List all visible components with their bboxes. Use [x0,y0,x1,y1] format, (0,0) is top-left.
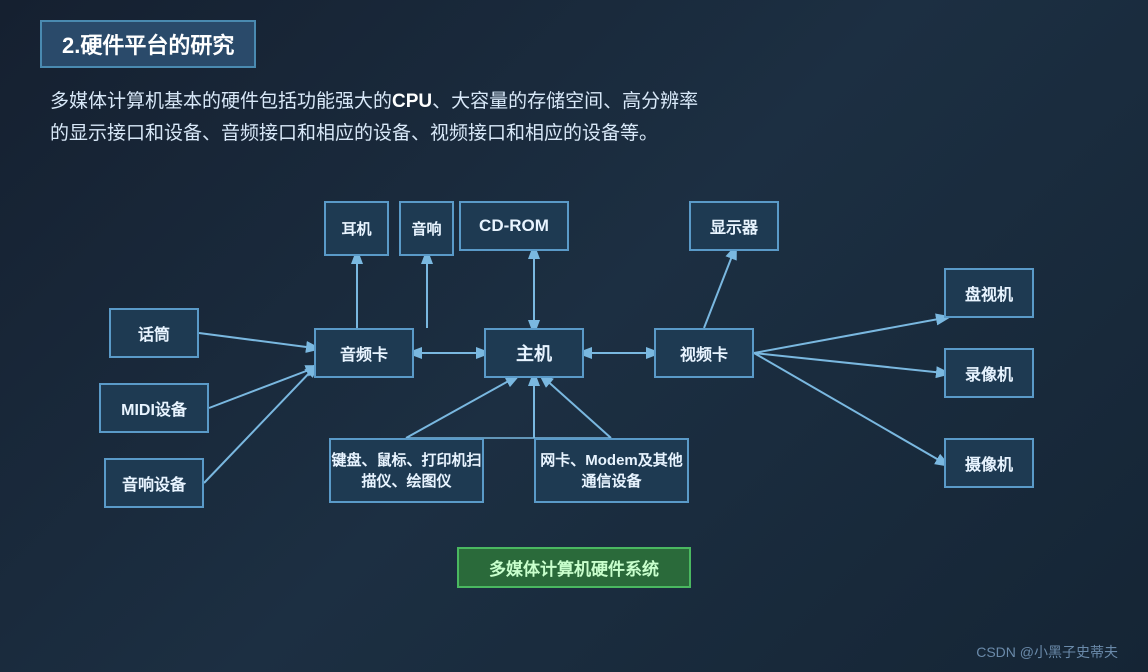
desc-text3: 的显示接口和设备、音频接口和相应的设备、视频接口和相应的设备等。 [50,123,658,144]
box-midi: MIDI设备 [99,383,209,433]
diagram: 主机 CD-ROM 音频卡 视频卡 耳机 音响 显示器 话筒 MIDI设备 音响… [44,173,1104,553]
box-keyboard: 键盘、鼠标、打印机扫描仪、绘图仪 [329,438,484,503]
box-yinxiang: 音响设备 [104,458,204,508]
box-earphone: 耳机 [324,201,389,256]
box-speaker-top: 音响 [399,201,454,256]
box-video-card: 视频卡 [654,328,754,378]
box-luxiang: 录像机 [944,348,1034,398]
box-main: 主机 [484,328,584,378]
description: 多媒体计算机基本的硬件包括功能强大的CPU、大容量的存储空间、高分辨率 的显示接… [40,86,1108,151]
box-network: 网卡、Modem及其他通信设备 [534,438,689,503]
desc-text1: 多媒体计算机基本的硬件包括功能强大的 [50,91,392,112]
title-text: 2.硬件平台的研究 [62,33,234,58]
title-box: 2.硬件平台的研究 [40,20,256,68]
page: 2.硬件平台的研究 多媒体计算机基本的硬件包括功能强大的CPU、大容量的存储空间… [0,0,1148,672]
box-panshi: 盘视机 [944,268,1034,318]
box-monitor: 显示器 [689,201,779,251]
box-shexiang: 摄像机 [944,438,1034,488]
watermark: CSDN @小黑子史蒂夫 [976,642,1118,662]
box-cdrom: CD-ROM [459,201,569,251]
box-huatong: 话筒 [109,308,199,358]
desc-text2: 、大容量的存储空间、高分辨率 [432,91,698,112]
bottom-label: 多媒体计算机硬件系统 [457,547,691,588]
box-audio-card: 音频卡 [314,328,414,378]
desc-cpu: CPU [392,91,432,112]
